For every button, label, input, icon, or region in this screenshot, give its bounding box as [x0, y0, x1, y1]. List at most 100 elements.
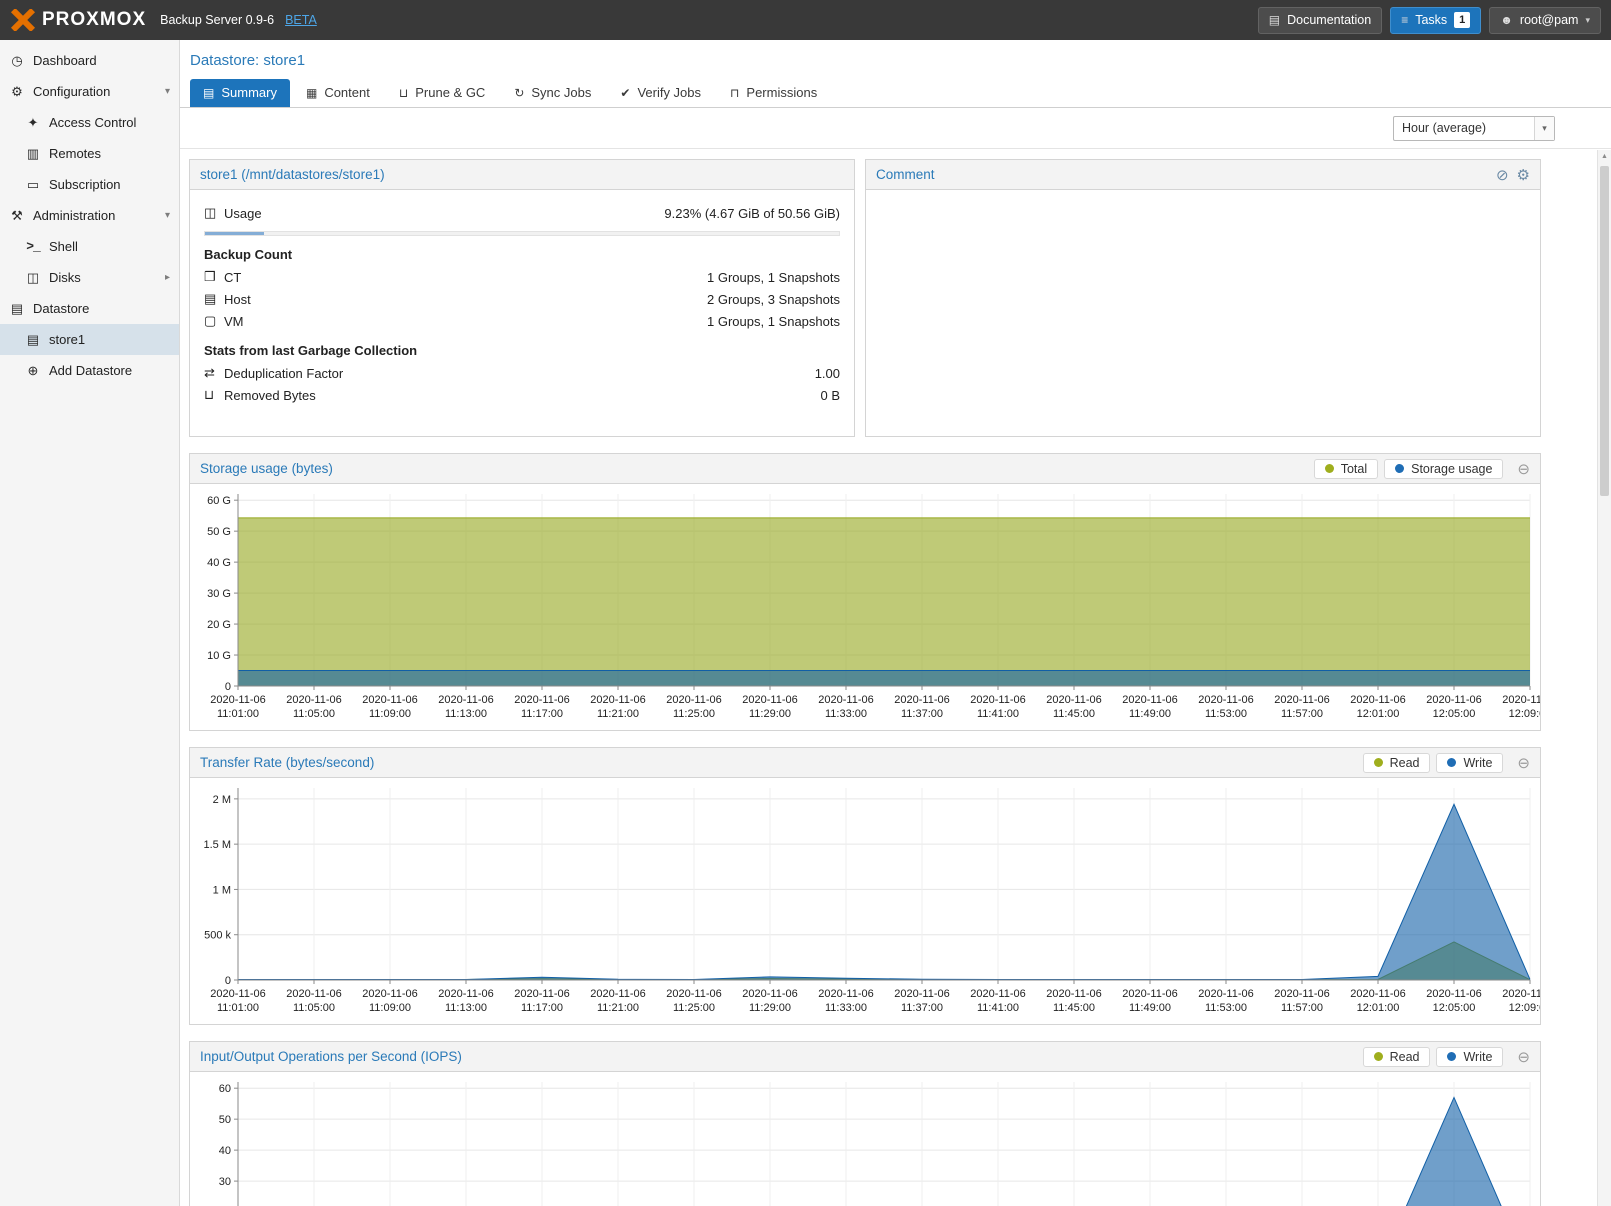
legend-dot-icon: [1395, 464, 1404, 473]
legend-label: Write: [1463, 756, 1492, 770]
comment-panel-tools: ⊘ ⚙: [1496, 166, 1530, 184]
gc-rows: ⇄Deduplication Factor1.00⊔Removed Bytes0…: [204, 362, 840, 406]
configuration-icon: ⚙: [9, 84, 25, 100]
access-control-icon: ✦: [25, 115, 41, 131]
scrollbar-thumb[interactable]: [1600, 166, 1609, 496]
stat-value: 2 Groups, 3 Snapshots: [707, 292, 840, 307]
sidebar-item-add-datastore[interactable]: ⊕Add Datastore: [0, 355, 179, 386]
svg-text:11:13:00: 11:13:00: [445, 1002, 487, 1014]
svg-text:500 k: 500 k: [204, 930, 231, 942]
svg-text:0: 0: [225, 975, 231, 987]
transfer-rate-bytes-second-chart: 0500 k1 M1.5 M2 M2020-11-0611:01:002020-…: [190, 778, 1540, 1024]
svg-text:11:33:00: 11:33:00: [825, 1002, 867, 1014]
verify-jobs-icon: ✔: [620, 86, 630, 100]
caret-down-icon[interactable]: ▾: [165, 86, 170, 97]
documentation-button[interactable]: ▤ Documentation: [1258, 7, 1382, 34]
sidebar-item-shell[interactable]: >_Shell: [0, 231, 179, 262]
tasks-button[interactable]: ≡ Tasks 1: [1390, 7, 1481, 34]
sidebar-item-label: Dashboard: [33, 53, 97, 68]
tab-verify-jobs[interactable]: ✔ Verify Jobs: [607, 79, 714, 107]
usage-label: Usage: [224, 206, 262, 221]
legend-dot-icon: [1325, 464, 1334, 473]
scroll-up-icon[interactable]: ▲: [1598, 150, 1611, 164]
svg-text:2020-11-06: 2020-11-06: [666, 694, 721, 706]
svg-text:2020-11-06: 2020-11-06: [818, 988, 873, 1000]
input-output-operations-per-second-iops-panel: Input/Output Operations per Second (IOPS…: [189, 1041, 1541, 1206]
legend-item-read: Read: [1363, 753, 1431, 773]
chart-title: Input/Output Operations per Second (IOPS…: [200, 1049, 462, 1064]
sidebar-item-store1[interactable]: ▤ store1: [0, 324, 179, 355]
legend-item-storage-usage: Storage usage: [1384, 459, 1503, 479]
tab-summary[interactable]: ▤Summary: [190, 79, 290, 107]
sidebar-item-dashboard[interactable]: ◷ Dashboard: [0, 45, 179, 76]
store-panel-header: store1 (/mnt/datastores/store1): [190, 160, 854, 190]
svg-text:2020-11-06: 2020-11-06: [286, 694, 341, 706]
top-panels-row: store1 (/mnt/datastores/store1) ◫ Usage …: [189, 159, 1541, 437]
sidebar-item-disks[interactable]: ◫Disks▸: [0, 262, 179, 293]
beta-link[interactable]: BETA: [285, 13, 317, 27]
timeframe-select[interactable]: Hour (average) ▾: [1393, 116, 1555, 141]
edit-icon[interactable]: ⊘: [1496, 166, 1509, 184]
transfer-rate-bytes-second-panel: Transfer Rate (bytes/second) Read Write ⊖ 0 5…: [189, 747, 1541, 1025]
svg-text:2020-11-06: 2020-11-06: [286, 988, 341, 1000]
svg-text:60 G: 60 G: [207, 495, 231, 507]
caret-right-icon[interactable]: ▸: [165, 272, 170, 283]
brand-name: PROXMOX: [42, 9, 146, 31]
backup-count-title: Backup Count: [204, 247, 840, 262]
tab-permissions[interactable]: ⊓ Permissions: [717, 79, 830, 107]
proxmox-logo-icon: [10, 9, 36, 31]
comment-panel: Comment ⊘ ⚙: [865, 159, 1541, 437]
svg-text:2020-11-06: 2020-11-06: [742, 988, 797, 1000]
sidebar-item-access-control[interactable]: ✦Access Control: [0, 107, 179, 138]
tab-label: Prune & GC: [415, 85, 485, 100]
caret-down-icon[interactable]: ▾: [165, 210, 170, 221]
collapse-icon[interactable]: ⊖: [1517, 1048, 1530, 1066]
chart-title: Transfer Rate (bytes/second): [200, 755, 374, 770]
stat-value: 1 Groups, 1 Snapshots: [707, 270, 840, 285]
collapse-icon[interactable]: ⊖: [1517, 754, 1530, 772]
collapse-icon[interactable]: ⊖: [1517, 460, 1530, 478]
usage-value: 9.23% (4.67 GiB of 50.56 GiB): [664, 206, 840, 221]
svg-text:11:29:00: 11:29:00: [749, 1002, 791, 1014]
settings-icon[interactable]: ⚙: [1517, 166, 1530, 184]
chart-toolbar: Hour (average) ▾: [180, 108, 1611, 149]
store-icon: ▤: [25, 332, 41, 348]
storage-usage-bytes-panel: Storage usage (bytes)TotalStorage usage⊖…: [189, 453, 1541, 731]
sidebar-item-subscription[interactable]: ▭Subscription: [0, 169, 179, 200]
sidebar-item-configuration[interactable]: ⚙ Configuration ▾: [0, 76, 179, 107]
vertical-scrollbar[interactable]: ▲: [1597, 150, 1611, 1206]
backup-count-rows: ❒CT1 Groups, 1 Snapshots▤Host2 Groups, 3…: [204, 266, 840, 332]
permissions-icon: ⊓: [730, 86, 739, 100]
svg-text:2020-11-06: 2020-11-06: [1350, 988, 1405, 1000]
administration-icon: ⚒: [9, 208, 25, 224]
stat-value: 1 Groups, 1 Snapshots: [707, 314, 840, 329]
svg-text:1.5 M: 1.5 M: [203, 839, 231, 851]
sidebar-item-remotes[interactable]: ▥Remotes: [0, 138, 179, 169]
comment-panel-body[interactable]: [866, 190, 1540, 214]
svg-text:2020-11-06: 2020-11-06: [1426, 694, 1481, 706]
sidebar-item-administration[interactable]: ⚒Administration▾: [0, 200, 179, 231]
svg-text:2020-11-06: 2020-11-06: [438, 694, 493, 706]
svg-text:11:45:00: 11:45:00: [1053, 708, 1095, 720]
user-label: root@pam: [1520, 13, 1579, 27]
svg-text:2020-11-06: 2020-11-06: [1426, 988, 1481, 1000]
stat-row-vm: ▢VM1 Groups, 1 Snapshots: [204, 310, 840, 332]
svg-text:2 M: 2 M: [213, 794, 231, 806]
tab-label: Permissions: [746, 85, 817, 100]
legend-item-write: Write: [1436, 1047, 1503, 1067]
svg-text:11:33:00: 11:33:00: [825, 708, 867, 720]
tab-content[interactable]: ▦Content: [293, 79, 383, 107]
dashboard-icon: ◷: [9, 53, 25, 69]
sidebar-item-label: store1: [49, 332, 85, 347]
tab-label: Verify Jobs: [637, 85, 701, 100]
sidebar-item-datastore[interactable]: ▤Datastore: [0, 293, 179, 324]
sidebar-item-label: Configuration: [33, 84, 110, 99]
main-layout: ◷ Dashboard ⚙ Configuration ▾ ✦Access Control…: [0, 40, 1611, 1206]
legend-dot-icon: [1447, 1052, 1456, 1061]
sidebar-item-label: Subscription: [49, 177, 121, 192]
user-menu-button[interactable]: ☻ root@pam ▾: [1489, 7, 1601, 34]
chevron-down-icon[interactable]: ▾: [1534, 117, 1554, 140]
tab-sync-jobs[interactable]: ↻Sync Jobs: [501, 79, 604, 107]
svg-text:11:29:00: 11:29:00: [749, 708, 791, 720]
tab-prune-gc[interactable]: ⊔Prune & GC: [386, 79, 498, 107]
